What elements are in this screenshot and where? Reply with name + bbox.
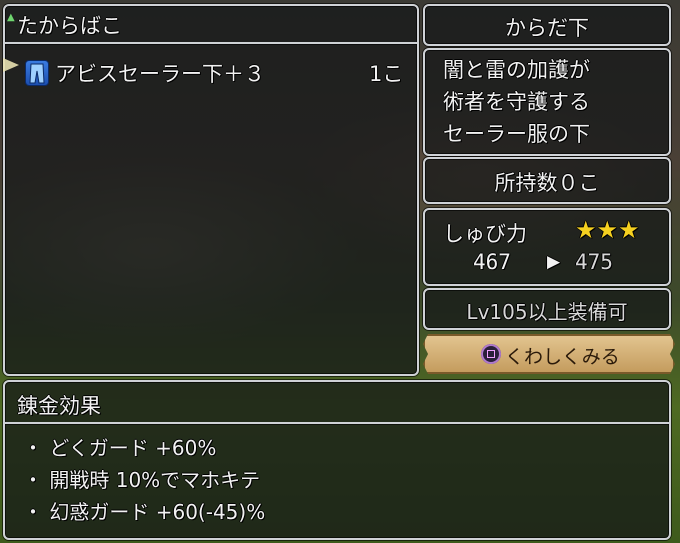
category-panel: からだ下 xyxy=(423,4,671,46)
stat-after: 475 xyxy=(575,250,613,274)
cursor-icon: ▲ xyxy=(7,12,15,23)
description-line-1: 闇と雷の加護が xyxy=(443,58,590,82)
stat-before: 467 xyxy=(473,250,511,274)
stat-panel: しゅび力 ★★★ 467 ▶ 475 xyxy=(423,208,671,286)
arrow-right-icon: ▶ xyxy=(547,252,561,272)
chest-panel: ▲ たからばこ アビスセーラー下＋３ 1こ xyxy=(3,4,419,376)
alchemy-title: 錬金効果 xyxy=(17,394,101,418)
alchemy-effect-2: ・ 開戦時 10%でマホキテ xyxy=(23,468,261,492)
square-button-icon xyxy=(481,344,501,364)
category-title: からだ下 xyxy=(505,16,589,40)
selection-pointer-icon xyxy=(3,58,19,72)
rating-stars-icon: ★★★ xyxy=(575,216,640,244)
item-name: アビスセーラー下＋３ xyxy=(55,62,265,86)
pants-icon xyxy=(25,60,49,86)
owned-count: 所持数０こ xyxy=(494,171,600,195)
chest-title: たからばこ xyxy=(17,14,122,38)
alchemy-effect-3: ・ 幻惑ガード +60(-45)% xyxy=(23,500,266,524)
level-panel: Lv105以上装備可 xyxy=(423,288,671,330)
look-closer-label: くわしくみる xyxy=(505,346,620,368)
stat-label: しゅび力 xyxy=(443,222,527,246)
chest-item-row[interactable]: アビスセーラー下＋３ 1こ xyxy=(19,56,415,90)
item-quantity: 1こ xyxy=(369,62,404,86)
level-requirement: Lv105以上装備可 xyxy=(466,300,628,324)
look-closer-button[interactable]: くわしくみる xyxy=(423,334,675,374)
alchemy-effect-1: ・ どくガード +60% xyxy=(23,436,217,460)
alchemy-title-divider xyxy=(5,422,669,424)
description-line-2: 術者を守護する xyxy=(443,90,590,114)
description-line-3: セーラー服の下 xyxy=(443,122,590,146)
chest-title-divider xyxy=(5,42,417,44)
alchemy-panel: 錬金効果 ・ どくガード +60% ・ 開戦時 10%でマホキテ ・ 幻惑ガード… xyxy=(3,380,671,540)
description-panel: 闇と雷の加護が 術者を守護する セーラー服の下 xyxy=(423,48,671,156)
owned-panel: 所持数０こ xyxy=(423,157,671,204)
